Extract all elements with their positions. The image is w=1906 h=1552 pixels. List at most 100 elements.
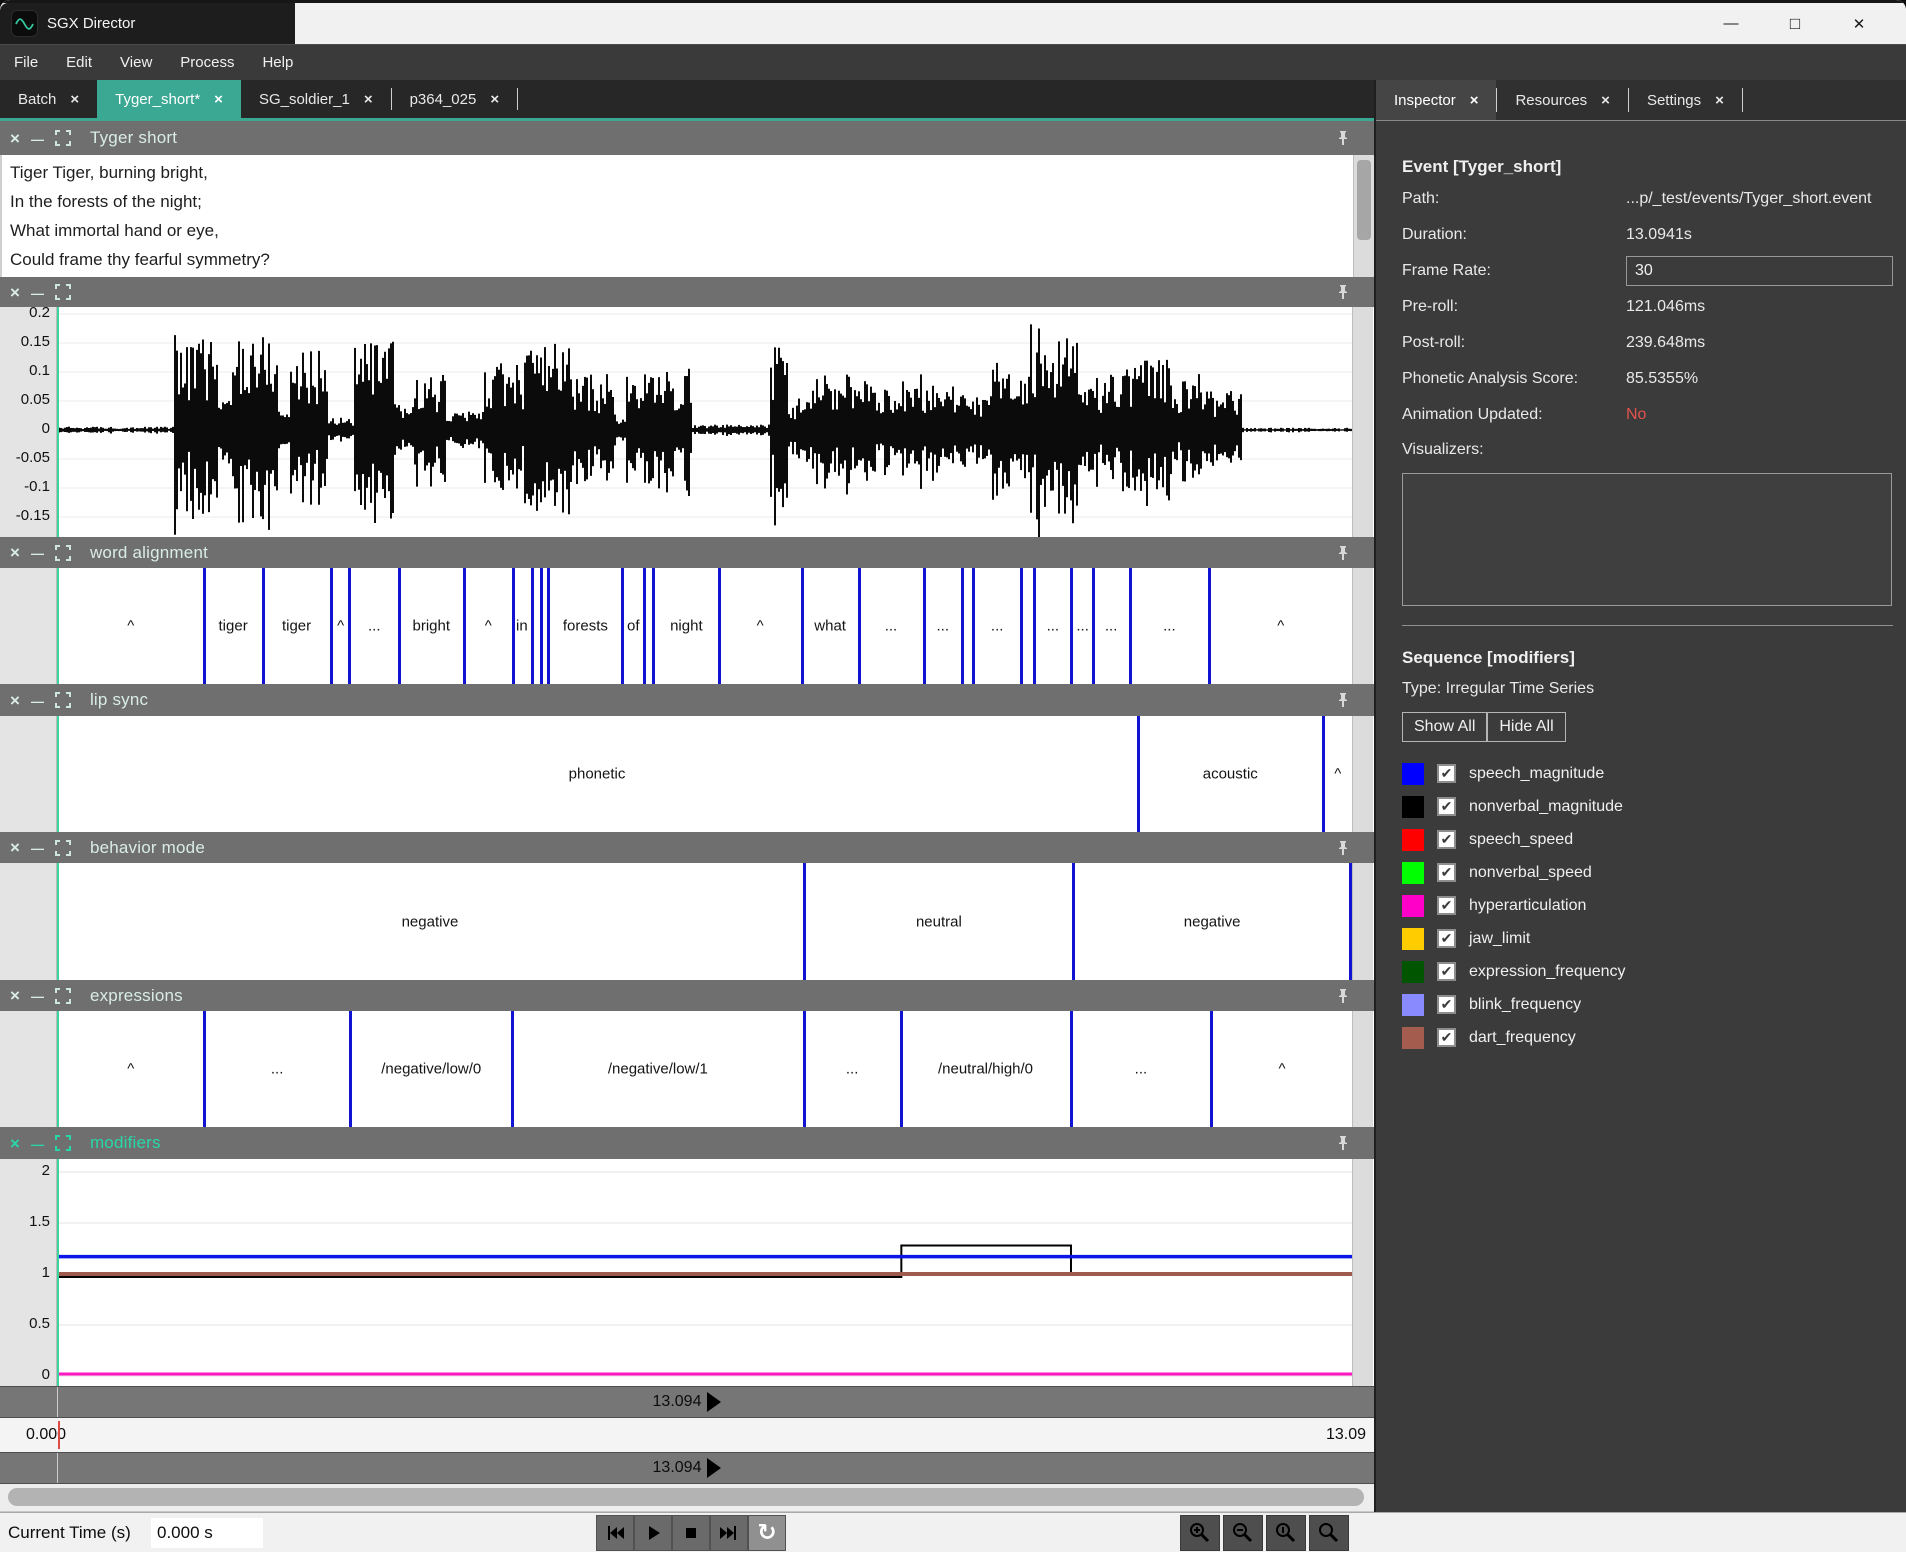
segment-boundary[interactable]: [858, 568, 861, 684]
skip-to-start-button[interactable]: [596, 1515, 634, 1551]
segment-boundary[interactable]: [1070, 568, 1073, 684]
series-color-swatch[interactable]: [1402, 763, 1424, 785]
menu-view[interactable]: View: [106, 45, 166, 80]
minimize-panel-icon[interactable]: [31, 692, 44, 709]
segment-boundary[interactable]: [621, 568, 624, 684]
segment-boundary[interactable]: [512, 568, 515, 684]
tab-p364-025[interactable]: p364_025×: [392, 80, 518, 118]
segment-boundary[interactable]: [1322, 716, 1325, 832]
series-color-swatch[interactable]: [1402, 796, 1424, 818]
segment-boundary[interactable]: [652, 568, 655, 684]
hide-all-button[interactable]: Hide All: [1487, 712, 1565, 742]
segment-boundary[interactable]: [511, 1011, 514, 1127]
segment-boundary[interactable]: [547, 568, 550, 684]
tab-batch[interactable]: Batch×: [0, 80, 97, 118]
skip-to-end-button[interactable]: [710, 1515, 748, 1551]
segment-boundary[interactable]: [330, 568, 333, 684]
expand-panel-icon[interactable]: [55, 1135, 71, 1151]
close-tab-icon[interactable]: ×: [214, 91, 223, 108]
segment-boundary[interactable]: [349, 1011, 352, 1127]
segment-boundary[interactable]: [643, 568, 646, 684]
segment-boundary[interactable]: [348, 568, 351, 684]
minimize-window-button[interactable]: —: [1714, 7, 1748, 41]
scroll-gutter[interactable]: [1352, 716, 1373, 832]
pin-icon[interactable]: [1336, 988, 1350, 1004]
series-color-swatch[interactable]: [1402, 862, 1424, 884]
segment-boundary[interactable]: [803, 1011, 806, 1127]
segment-boundary[interactable]: [531, 568, 534, 684]
close-window-button[interactable]: ✕: [1842, 7, 1876, 41]
zoom-out-button[interactable]: [1223, 1515, 1263, 1551]
expand-panel-icon[interactable]: [55, 988, 71, 1004]
segment-boundary[interactable]: [1072, 863, 1075, 980]
series-visibility-checkbox[interactable]: ✔: [1437, 863, 1456, 882]
series-visibility-checkbox[interactable]: ✔: [1437, 896, 1456, 915]
stop-button[interactable]: [672, 1515, 710, 1551]
close-tab-icon[interactable]: ×: [490, 91, 499, 108]
slider-handle-icon[interactable]: [707, 1458, 721, 1478]
close-tab-icon[interactable]: ×: [1715, 92, 1724, 109]
expressions-track[interactable]: ^.../negative/low/0/negative/low/1.../ne…: [57, 1011, 1352, 1127]
time-ruler[interactable]: 0.000 13.09: [0, 1418, 1374, 1452]
visualizers-box[interactable]: [1402, 473, 1892, 606]
close-panel-icon[interactable]: [10, 284, 20, 301]
segment-boundary[interactable]: [540, 568, 543, 684]
expand-panel-icon[interactable]: [55, 130, 71, 146]
tab-sg-soldier-1[interactable]: SG_soldier_1×: [241, 80, 391, 118]
menu-edit[interactable]: Edit: [52, 45, 106, 80]
zoom-in-button[interactable]: [1180, 1515, 1220, 1551]
minimize-panel-icon[interactable]: [31, 987, 44, 1004]
maximize-window-button[interactable]: □: [1778, 7, 1812, 41]
segment-boundary[interactable]: [801, 568, 804, 684]
expand-panel-icon[interactable]: [55, 840, 71, 856]
minimize-panel-icon[interactable]: [31, 1135, 44, 1152]
series-color-swatch[interactable]: [1402, 994, 1424, 1016]
scroll-gutter[interactable]: [1352, 1011, 1373, 1127]
scrollbar-thumb[interactable]: [8, 1488, 1364, 1506]
close-tab-icon[interactable]: ×: [1601, 92, 1610, 109]
series-color-swatch[interactable]: [1402, 1027, 1424, 1049]
playhead-marker[interactable]: [58, 1421, 60, 1449]
series-color-swatch[interactable]: [1402, 961, 1424, 983]
menu-file[interactable]: File: [0, 45, 52, 80]
expand-panel-icon[interactable]: [55, 692, 71, 708]
segment-boundary[interactable]: [1020, 568, 1023, 684]
segment-boundary[interactable]: [1208, 568, 1211, 684]
segment-boundary[interactable]: [972, 568, 975, 684]
scroll-gutter[interactable]: [1352, 1159, 1373, 1386]
segment-boundary[interactable]: [262, 568, 265, 684]
tab-inspector[interactable]: Inspector×: [1376, 80, 1496, 120]
expand-panel-icon[interactable]: [55, 284, 71, 300]
pin-icon[interactable]: [1336, 130, 1350, 146]
segment-boundary[interactable]: [961, 568, 964, 684]
scroll-gutter[interactable]: [1352, 307, 1373, 537]
segment-boundary[interactable]: [398, 568, 401, 684]
tab-tyger-short-[interactable]: Tyger_short*×: [97, 80, 241, 118]
tab-settings[interactable]: Settings×: [1629, 80, 1742, 120]
close-panel-icon[interactable]: [10, 987, 20, 1004]
horizontal-scrollbar[interactable]: [0, 1484, 1374, 1512]
pin-icon[interactable]: [1336, 284, 1350, 300]
transcript-text[interactable]: Tiger Tiger, burning bright, In the fore…: [0, 155, 1353, 277]
series-visibility-checkbox[interactable]: ✔: [1437, 764, 1456, 783]
modifiers-track[interactable]: [57, 1159, 1352, 1386]
segment-boundary[interactable]: [1070, 1011, 1073, 1127]
waveform-track[interactable]: [57, 307, 1352, 537]
pin-icon[interactable]: [1336, 1135, 1350, 1151]
series-visibility-checkbox[interactable]: ✔: [1437, 797, 1456, 816]
zoom-fit-button[interactable]: [1309, 1515, 1349, 1551]
series-visibility-checkbox[interactable]: ✔: [1437, 929, 1456, 948]
segment-boundary[interactable]: [718, 568, 721, 684]
series-color-swatch[interactable]: [1402, 895, 1424, 917]
scrollbar-thumb[interactable]: [1357, 160, 1371, 240]
close-tab-icon[interactable]: ×: [364, 91, 373, 108]
close-tab-icon[interactable]: ×: [70, 91, 79, 108]
series-visibility-checkbox[interactable]: ✔: [1437, 995, 1456, 1014]
scroll-gutter[interactable]: [1352, 568, 1373, 684]
loop-button[interactable]: ↻: [748, 1515, 786, 1551]
current-time-input[interactable]: [151, 1518, 263, 1548]
menu-process[interactable]: Process: [166, 45, 248, 80]
minimize-panel-icon[interactable]: [31, 544, 44, 561]
series-visibility-checkbox[interactable]: ✔: [1437, 830, 1456, 849]
tab-resources[interactable]: Resources×: [1497, 80, 1627, 120]
